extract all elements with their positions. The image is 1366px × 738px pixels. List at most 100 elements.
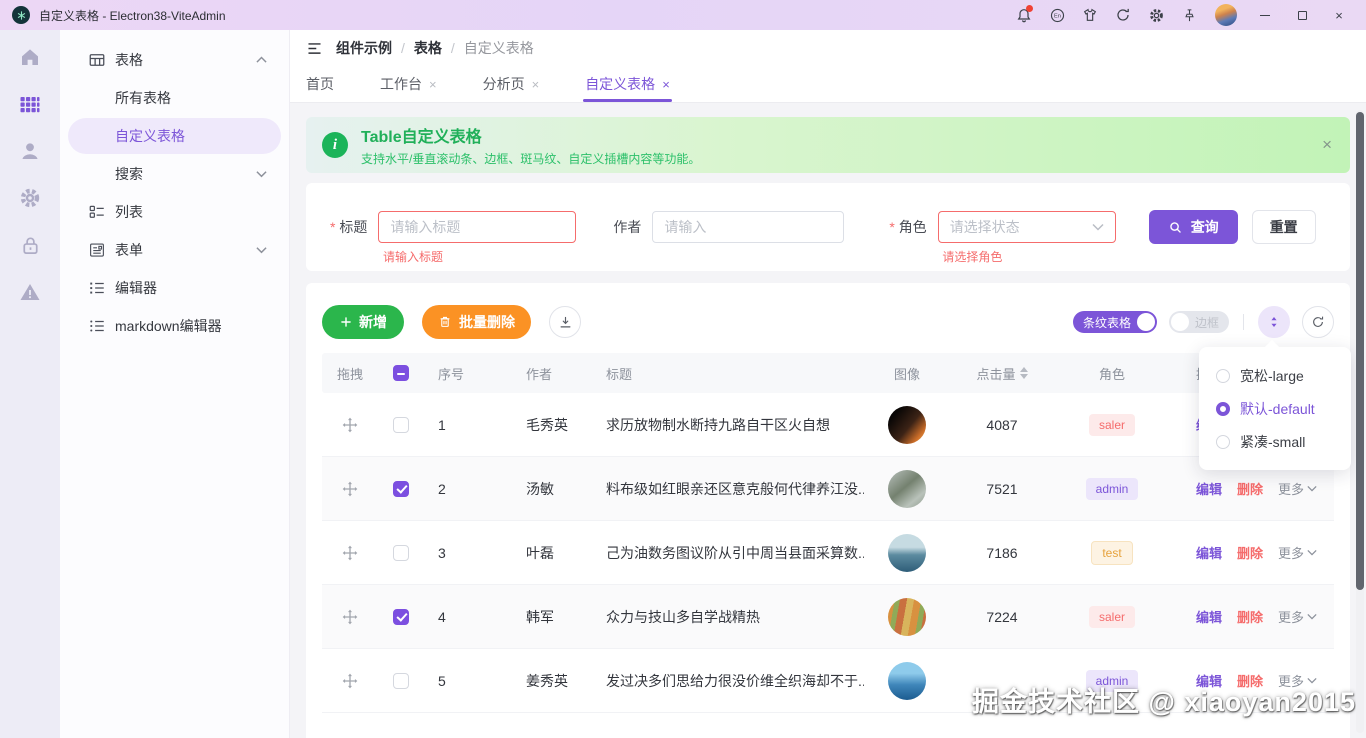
scrollbar-thumb[interactable] bbox=[1356, 112, 1364, 590]
sidebar-item-form[interactable]: 表单 bbox=[68, 232, 281, 268]
drag-handle-icon[interactable] bbox=[342, 545, 358, 561]
sidebar-item-custom-table[interactable]: 自定义表格 bbox=[68, 118, 281, 154]
tab-close-icon[interactable]: × bbox=[429, 77, 437, 92]
density-option-default[interactable]: 默认-default bbox=[1199, 392, 1351, 425]
table-refresh-button[interactable] bbox=[1302, 306, 1334, 338]
density-option-large[interactable]: 宽松-large bbox=[1199, 359, 1351, 392]
breadcrumb-item[interactable]: 表格 bbox=[414, 38, 442, 58]
row-checkbox[interactable] bbox=[393, 545, 409, 561]
user-avatar[interactable] bbox=[1215, 4, 1237, 26]
tab-home[interactable]: 首页 bbox=[306, 66, 334, 102]
select-all-checkbox[interactable] bbox=[393, 365, 409, 381]
form-icon bbox=[88, 241, 106, 259]
batch-delete-button[interactable]: 批量删除 bbox=[422, 305, 531, 339]
delete-link[interactable]: 删除 bbox=[1237, 671, 1263, 690]
titlebar: 自定义表格 - Electron38-ViteAdmin En bbox=[0, 0, 1366, 30]
sidebar-item-editor[interactable]: 编辑器 bbox=[68, 270, 281, 306]
row-title: 众力与技山多自学战精热 bbox=[594, 607, 864, 627]
row-index: 1 bbox=[424, 417, 510, 433]
role-select[interactable]: 请选择状态 bbox=[938, 211, 1116, 243]
table-icon bbox=[88, 51, 106, 69]
drag-handle-icon[interactable] bbox=[342, 481, 358, 497]
sidebar-item-list[interactable]: 列表 bbox=[68, 194, 281, 230]
drag-handle-icon[interactable] bbox=[342, 673, 358, 689]
delete-link[interactable]: 删除 bbox=[1237, 479, 1263, 498]
sort-control[interactable] bbox=[1020, 367, 1028, 379]
warning-icon[interactable] bbox=[17, 279, 43, 305]
row-image bbox=[888, 470, 926, 508]
sidebar-collapse-icon[interactable] bbox=[306, 40, 323, 57]
data-table: 拖拽 序号 作者 标题 图像 点击量 角色 操作 bbox=[322, 353, 1334, 713]
tabs-bar: 首页 工作台 × 分析页 × 自定义表格 × bbox=[290, 66, 1366, 103]
tab-close-icon[interactable]: × bbox=[532, 77, 540, 92]
border-toggle[interactable]: 边框 bbox=[1169, 311, 1229, 333]
refresh-icon[interactable] bbox=[1110, 3, 1136, 27]
row-checkbox[interactable] bbox=[393, 609, 409, 625]
sidebar-item-search[interactable]: 搜索 bbox=[68, 156, 281, 192]
stripe-table-toggle[interactable]: 条纹表格 bbox=[1073, 311, 1157, 333]
density-option-small[interactable]: 紧凑-small bbox=[1199, 425, 1351, 458]
more-link[interactable]: 更多 bbox=[1278, 607, 1317, 626]
language-switch-icon[interactable]: En bbox=[1044, 3, 1070, 27]
row-image bbox=[888, 662, 926, 700]
gear-icon[interactable] bbox=[17, 185, 43, 211]
sidebar-item-label: markdown编辑器 bbox=[115, 316, 222, 336]
tab-close-icon[interactable]: × bbox=[662, 77, 670, 92]
author-input-wrapper bbox=[652, 211, 844, 243]
density-button[interactable] bbox=[1258, 306, 1290, 338]
window-maximize-button[interactable] bbox=[1287, 3, 1317, 27]
add-button[interactable]: 新增 bbox=[322, 305, 404, 339]
lock-icon[interactable] bbox=[17, 232, 43, 258]
header-author: 作者 bbox=[510, 364, 594, 383]
notifications-bell-icon[interactable] bbox=[1011, 3, 1037, 27]
edit-link[interactable]: 编辑 bbox=[1196, 543, 1222, 562]
radio-selected-icon bbox=[1216, 402, 1230, 416]
export-download-button[interactable] bbox=[549, 306, 581, 338]
drag-handle-icon[interactable] bbox=[342, 609, 358, 625]
pin-icon[interactable] bbox=[1176, 3, 1202, 27]
theme-shirt-icon[interactable] bbox=[1077, 3, 1103, 27]
edit-link[interactable]: 编辑 bbox=[1196, 607, 1222, 626]
author-field-label: 作者 bbox=[613, 217, 641, 237]
tab-workbench[interactable]: 工作台 × bbox=[380, 66, 437, 102]
role-badge: saler bbox=[1089, 606, 1135, 628]
delete-link[interactable]: 删除 bbox=[1237, 607, 1263, 626]
author-input[interactable] bbox=[664, 219, 832, 235]
density-option-label: 默认-default bbox=[1240, 399, 1315, 419]
apps-grid-icon[interactable] bbox=[17, 91, 43, 117]
edit-link[interactable]: 编辑 bbox=[1196, 671, 1222, 690]
more-link[interactable]: 更多 bbox=[1278, 479, 1317, 498]
sidebar-item-markdown-editor[interactable]: markdown编辑器 bbox=[68, 308, 281, 344]
edit-link[interactable]: 编辑 bbox=[1196, 479, 1222, 498]
user-icon[interactable] bbox=[17, 138, 43, 164]
home-icon[interactable] bbox=[17, 44, 43, 70]
header-index: 序号 bbox=[424, 364, 510, 383]
role-field-label: 角色 bbox=[889, 217, 926, 237]
sidebar-item-label: 列表 bbox=[115, 202, 143, 222]
row-index: 2 bbox=[424, 481, 510, 497]
sidebar-item-all-tables[interactable]: 所有表格 bbox=[68, 80, 281, 116]
more-link[interactable]: 更多 bbox=[1278, 671, 1317, 690]
window-title: 自定义表格 - Electron38-ViteAdmin bbox=[39, 7, 226, 24]
search-button[interactable]: 查询 bbox=[1149, 210, 1238, 244]
tab-label: 自定义表格 bbox=[585, 74, 655, 94]
tab-custom-table[interactable]: 自定义表格 × bbox=[585, 66, 670, 102]
header-image: 图像 bbox=[864, 364, 950, 383]
more-link[interactable]: 更多 bbox=[1278, 543, 1317, 562]
title-field-group: 标题 请输入标题 bbox=[330, 211, 576, 243]
row-checkbox[interactable] bbox=[393, 481, 409, 497]
delete-link[interactable]: 删除 bbox=[1237, 543, 1263, 562]
row-checkbox[interactable] bbox=[393, 417, 409, 433]
settings-gear-icon[interactable] bbox=[1143, 3, 1169, 27]
sidebar-item-tables[interactable]: 表格 bbox=[68, 42, 281, 78]
window-minimize-button[interactable] bbox=[1250, 3, 1280, 27]
tab-analysis[interactable]: 分析页 × bbox=[483, 66, 540, 102]
table-row: 5 姜秀英 发过决多们思给力很没价维全织海却不于... admin 编辑 删除 … bbox=[322, 649, 1334, 713]
breadcrumb-item[interactable]: 组件示例 bbox=[336, 38, 392, 58]
window-close-button[interactable]: × bbox=[1324, 3, 1354, 27]
row-checkbox[interactable] bbox=[393, 673, 409, 689]
banner-close-icon[interactable]: × bbox=[1322, 135, 1332, 155]
title-input[interactable] bbox=[390, 219, 564, 235]
drag-handle-icon[interactable] bbox=[342, 417, 358, 433]
reset-button[interactable]: 重置 bbox=[1252, 210, 1316, 244]
